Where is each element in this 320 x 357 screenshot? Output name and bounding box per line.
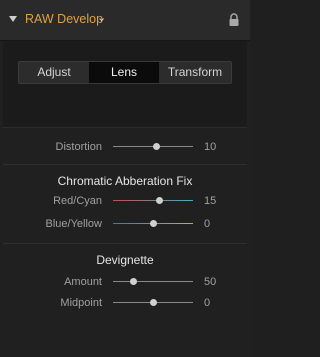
tab-transform[interactable]: Transform xyxy=(159,62,231,83)
panel-header[interactable]: RAW Develop ⌄ xyxy=(0,0,250,41)
red-cyan-thumb[interactable] xyxy=(156,197,163,204)
tabs-section: Adjust Lens Transform xyxy=(3,41,247,128)
amount-label: Amount xyxy=(64,276,102,288)
midpoint-label: Midpoint xyxy=(60,297,102,309)
raw-develop-panel: RAW Develop ⌄ Adjust Lens Transform Dist… xyxy=(0,0,250,357)
blue-yellow-label: Blue/Yellow xyxy=(45,218,102,230)
devignette-section-title: Devignette xyxy=(96,253,154,267)
divider xyxy=(3,164,247,165)
amount-value[interactable]: 50 xyxy=(204,276,216,288)
midpoint-value[interactable]: 0 xyxy=(204,297,210,309)
amount-track[interactable] xyxy=(113,281,193,282)
chevron-down-icon[interactable]: ⌄ xyxy=(97,11,106,24)
lock-icon[interactable] xyxy=(228,13,240,27)
tab-lens[interactable]: Lens xyxy=(89,62,159,83)
red-cyan-value[interactable]: 15 xyxy=(204,195,216,207)
segmented-control: Adjust Lens Transform xyxy=(18,61,232,84)
chromatic-section-title: Chromatic Abberation Fix xyxy=(57,174,193,188)
distortion-value[interactable]: 10 xyxy=(204,141,216,153)
panel-title[interactable]: RAW Develop xyxy=(25,12,103,26)
tab-adjust[interactable]: Adjust xyxy=(19,62,89,83)
blue-yellow-value[interactable]: 0 xyxy=(204,218,210,230)
red-cyan-label: Red/Cyan xyxy=(53,195,102,207)
blue-yellow-thumb[interactable] xyxy=(150,220,157,227)
distortion-thumb[interactable] xyxy=(153,143,160,150)
red-cyan-track[interactable] xyxy=(113,200,193,201)
distortion-label: Distortion xyxy=(55,141,102,153)
midpoint-thumb[interactable] xyxy=(150,299,157,306)
divider xyxy=(3,243,247,244)
collapse-triangle-icon[interactable] xyxy=(9,16,17,22)
amount-thumb[interactable] xyxy=(130,278,137,285)
